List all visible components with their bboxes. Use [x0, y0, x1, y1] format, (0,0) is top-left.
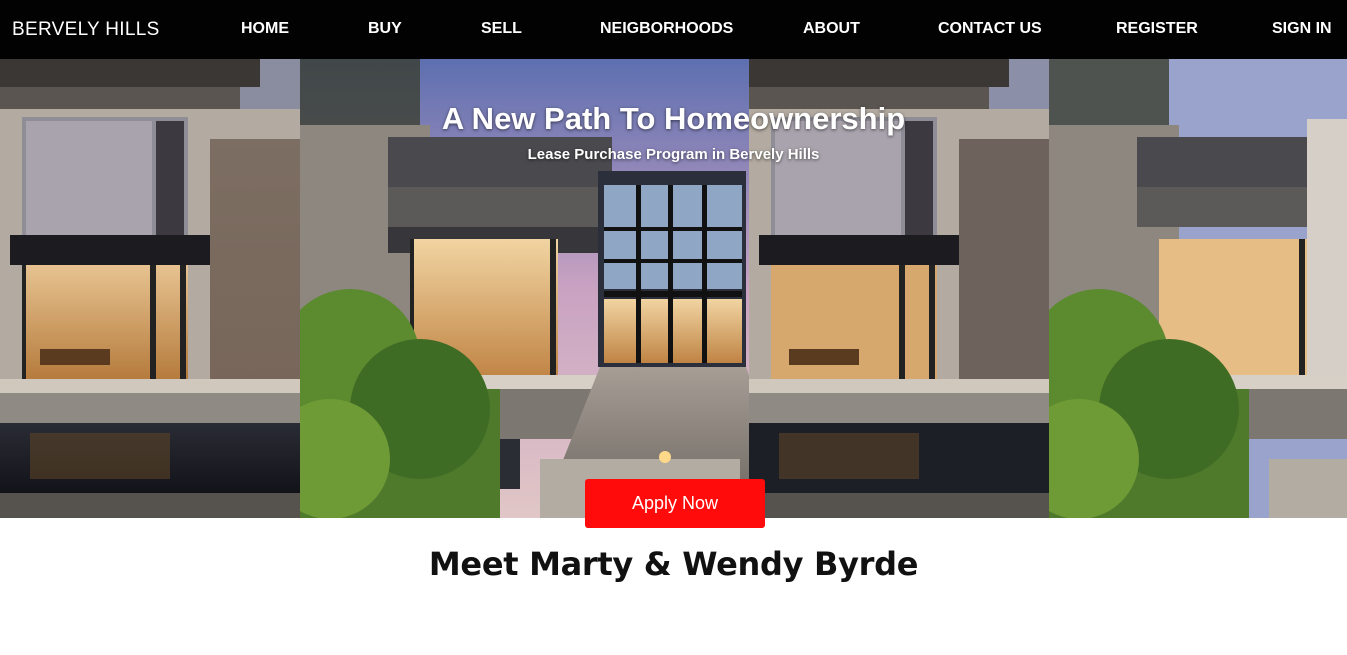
nav-about[interactable]: ABOUT — [803, 20, 860, 38]
nav-contact-us[interactable]: CONTACT US — [938, 20, 1042, 38]
nav-register[interactable]: REGISTER — [1116, 20, 1198, 38]
brand-logo[interactable]: BERVELY HILLS — [12, 19, 160, 41]
nav-sign-in[interactable]: SIGN IN — [1272, 20, 1332, 38]
hero-subtitle: Lease Purchase Program in Bervely Hills — [527, 146, 820, 163]
hero-title: A New Path To Homeownership — [441, 101, 906, 136]
meet-agents-heading: Meet Marty & Wendy Byrde — [428, 545, 919, 583]
nav-home[interactable]: HOME — [241, 20, 289, 38]
top-navbar: BERVELY HILLS HOME BUY SELL NEIGBORHOODS… — [0, 0, 1347, 59]
nav-buy[interactable]: BUY — [368, 20, 402, 38]
nav-neighborhoods[interactable]: NEIGBORHOODS — [600, 20, 733, 38]
nav-sell[interactable]: SELL — [481, 20, 522, 38]
apply-now-button[interactable]: Apply Now — [585, 479, 765, 528]
hero-banner: A New Path To Homeownership Lease Purcha… — [0, 59, 1347, 518]
